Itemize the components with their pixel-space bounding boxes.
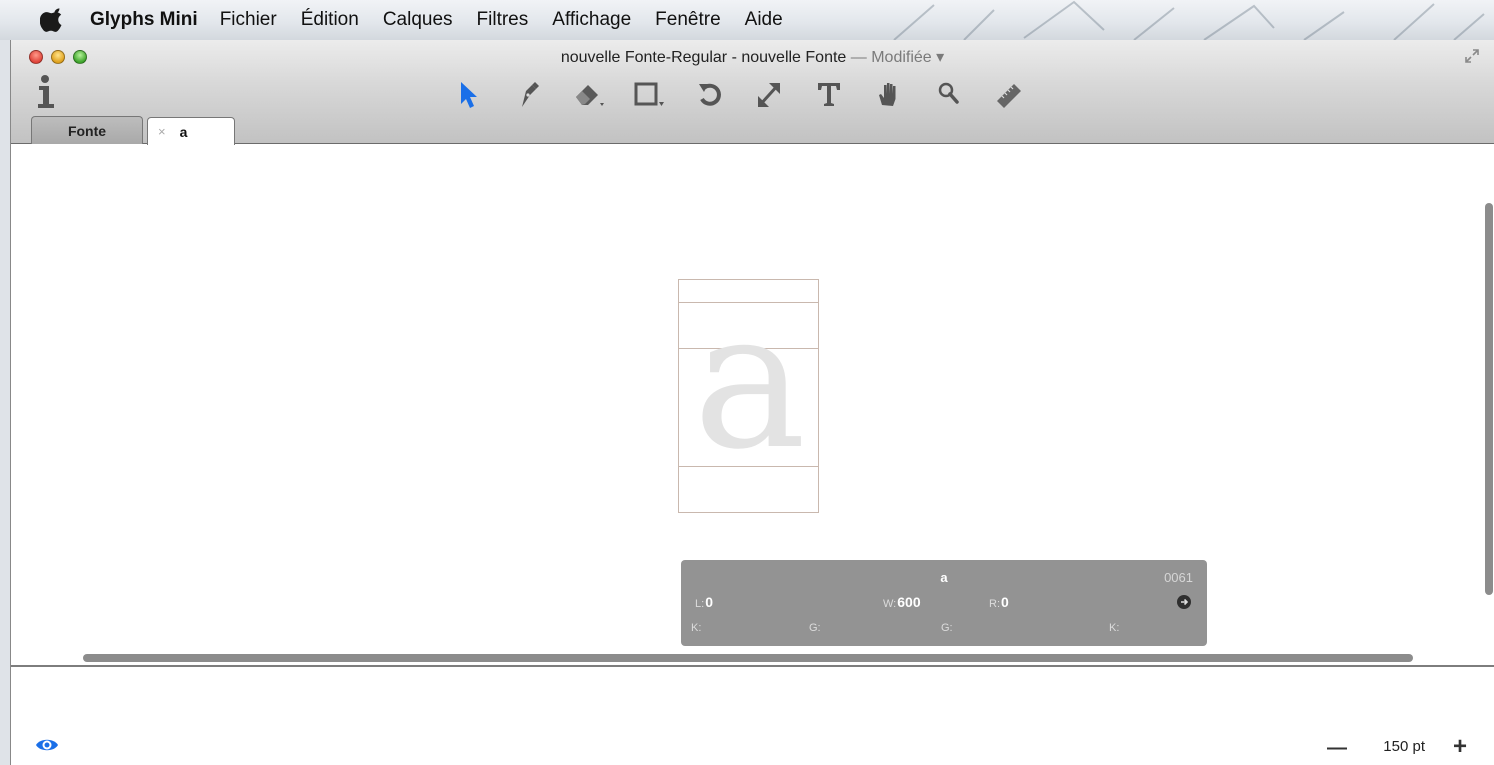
select-tool-button[interactable] [439, 74, 499, 114]
menu-edition[interactable]: Édition [301, 9, 359, 31]
modified-status[interactable]: — Modifiée ▾ [851, 49, 944, 66]
left-kerning-field[interactable]: K: [691, 622, 701, 634]
rectangle-icon [634, 82, 664, 106]
glyph-bounding-box: a [678, 279, 819, 513]
magnifier-icon [938, 82, 959, 104]
zoom-in-button[interactable]: + [1453, 733, 1467, 761]
eraser-tool-button[interactable] [559, 74, 619, 114]
close-tab-icon[interactable]: × [158, 124, 166, 139]
horizontal-scrollbar[interactable] [83, 654, 1413, 662]
tool-palette [439, 74, 1039, 114]
fullscreen-icon[interactable] [1464, 48, 1480, 64]
rotate-icon [699, 83, 721, 106]
desktop-scenery [893, 0, 1485, 40]
tab-fonte-label: Fonte [67, 122, 107, 139]
tab-fonte[interactable]: Fonte [31, 116, 143, 144]
rotate-tool-button[interactable] [679, 74, 739, 114]
tab-glyph-a[interactable]: × a [147, 117, 235, 145]
apple-icon[interactable] [40, 8, 62, 32]
menu-filtres[interactable]: Filtres [477, 9, 529, 31]
left-sidebearing-field[interactable]: L:0 [695, 594, 713, 610]
go-arrow-icon[interactable] [1177, 595, 1191, 609]
glyph-name: a [940, 570, 948, 585]
window-title-text: nouvelle Fonte-Regular - nouvelle Fonte [560, 49, 847, 66]
menu-affichage[interactable]: Affichage [552, 9, 631, 31]
width-value: 600 [897, 594, 921, 610]
left-sidebearing-value: 0 [705, 594, 713, 610]
right-group-field[interactable]: G: [941, 622, 953, 634]
text-tool-button[interactable] [799, 74, 859, 114]
glyph-info-panel: a 0061 L:0 W:600 R:0 K: G: G: K: [681, 560, 1207, 646]
measure-tool-button[interactable] [979, 74, 1039, 114]
menubar: Glyphs Mini Fichier Édition Calques Filt… [0, 0, 1494, 40]
eraser-icon [576, 85, 604, 106]
right-kerning-field[interactable]: K: [1109, 622, 1119, 634]
select-arrow-icon [461, 82, 477, 108]
glyph-unicode: 0061 [1164, 570, 1193, 585]
ruler-icon [997, 84, 1021, 108]
right-sidebearing-field[interactable]: R:0 [989, 594, 1009, 610]
hand-icon [879, 83, 896, 106]
pen-tool-button[interactable] [499, 74, 559, 114]
zoom-tool-button[interactable] [919, 74, 979, 114]
left-sidebearing-label: L: [695, 598, 705, 610]
edit-canvas[interactable]: a a 0061 L:0 W:600 R:0 K: G: G: K: [11, 145, 1494, 665]
right-sidebearing-label: R: [989, 598, 1000, 610]
info-icon[interactable] [35, 74, 59, 110]
menu-calques[interactable]: Calques [383, 9, 453, 31]
menu-fichier[interactable]: Fichier [220, 9, 277, 31]
window-title: nouvelle Fonte-Regular - nouvelle Fonte … [11, 47, 1494, 67]
document-window: nouvelle Fonte-Regular - nouvelle Fonte … [10, 40, 1494, 765]
pen-icon [522, 82, 539, 107]
tab-glyph-label: a [179, 123, 188, 140]
scale-icon [758, 83, 780, 107]
scale-tool-button[interactable] [739, 74, 799, 114]
menu-app-name[interactable]: Glyphs Mini [90, 9, 198, 31]
left-group-field[interactable]: G: [809, 622, 821, 634]
eye-icon[interactable] [35, 737, 59, 753]
vertical-scrollbar[interactable] [1485, 203, 1493, 595]
width-label: W: [883, 598, 897, 610]
hand-tool-button[interactable] [859, 74, 919, 114]
text-icon [818, 83, 840, 106]
right-sidebearing-value: 0 [1001, 594, 1009, 610]
glyph-preview: a [693, 270, 807, 491]
window-titlebar: nouvelle Fonte-Regular - nouvelle Fonte … [11, 40, 1494, 145]
menu-aide[interactable]: Aide [745, 9, 783, 31]
preview-area: — 150 pt + [11, 667, 1494, 765]
zoom-out-button[interactable]: — [1327, 737, 1347, 760]
zoom-level: 150 pt [1383, 738, 1425, 755]
width-field[interactable]: W:600 [883, 594, 921, 610]
menu-fenetre[interactable]: Fenêtre [655, 9, 720, 31]
rectangle-tool-button[interactable] [619, 74, 679, 114]
